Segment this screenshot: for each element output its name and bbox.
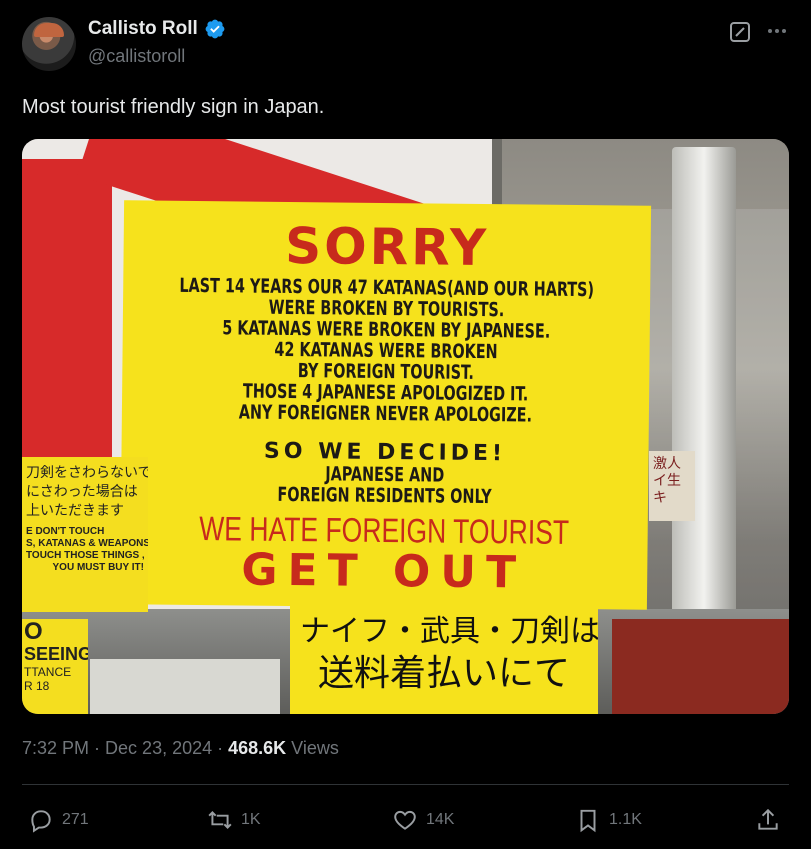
tweet-text: Most tourist friendly sign in Japan.	[22, 96, 325, 118]
tweet-date[interactable]: Dec 23, 2024	[105, 738, 212, 759]
heart-icon	[394, 810, 416, 830]
grok-icon[interactable]	[729, 21, 751, 43]
sign-block-2: SO WE DECIDE! JAPANESE AND FOREIGN RESID…	[263, 438, 507, 509]
sign-hate-line: WE HATE FOREIGN TOURIST	[199, 510, 570, 552]
views-label: Views	[291, 738, 339, 758]
like-count: 14K	[426, 811, 455, 828]
author-handle[interactable]: @callistoroll	[88, 46, 185, 67]
bookmark-icon	[580, 809, 596, 833]
reply-count: 271	[62, 811, 89, 828]
sign-heading: SORRY	[284, 216, 490, 278]
reply-button[interactable]: 271	[28, 804, 89, 836]
author-display-name[interactable]: Callisto Roll	[88, 18, 198, 40]
photo-pole	[672, 147, 736, 617]
photo-bottom-sign: ナイフ・武具・刀剣は 送料着払いにて	[290, 601, 598, 714]
photo-right-sign: 激人 イ生 キ	[649, 451, 695, 521]
photo-main-sign: SORRY LAST 14 YEARS OUR 47 KATANAS(AND O…	[119, 200, 652, 610]
repost-count: 1K	[241, 811, 261, 828]
share-button[interactable]	[755, 804, 781, 836]
bookmark-button[interactable]: 1.1K	[575, 804, 642, 836]
author-name-row: Callisto Roll	[88, 18, 226, 40]
bookmark-count: 1.1K	[609, 811, 642, 828]
action-bar: 271 1K 14K 1.1K	[0, 800, 811, 840]
divider	[22, 784, 789, 785]
tweet-media-photo[interactable]: 激人 イ生 キ SORRY LAST 14 YEARS OUR 47 KATAN…	[22, 139, 789, 714]
avatar[interactable]	[22, 17, 76, 71]
reply-icon	[31, 810, 51, 833]
tweet-meta: 7:32 PM · Dec 23, 2024 · 468.6K Views	[22, 738, 339, 759]
repost-button[interactable]: 1K	[207, 804, 261, 836]
photo-left-sign-2: O SEEING TTANCE R 18	[22, 619, 88, 714]
tweet-time[interactable]: 7:32 PM	[22, 738, 89, 759]
photo-left-sign: 刀剣をさわらないで にさわった場合は 上いただきます E DON'T TOUCH…	[22, 457, 148, 612]
like-button[interactable]: 14K	[392, 804, 454, 836]
sign-getout-line: GET OUT	[241, 544, 527, 599]
verified-badge-icon	[205, 19, 225, 39]
repost-icon	[208, 811, 232, 829]
photo-red-box	[612, 619, 789, 714]
more-options-icon[interactable]	[763, 20, 791, 42]
avatar-hat	[34, 23, 64, 37]
meta-separator: ·	[94, 738, 101, 758]
meta-separator-2: ·	[217, 738, 224, 758]
photo-label-strip	[90, 659, 280, 714]
views-count: 468.6K	[228, 738, 287, 758]
sign-block-1: LAST 14 YEARS OUR 47 KATANAS(AND OUR HAR…	[179, 273, 595, 427]
share-icon	[758, 808, 778, 830]
